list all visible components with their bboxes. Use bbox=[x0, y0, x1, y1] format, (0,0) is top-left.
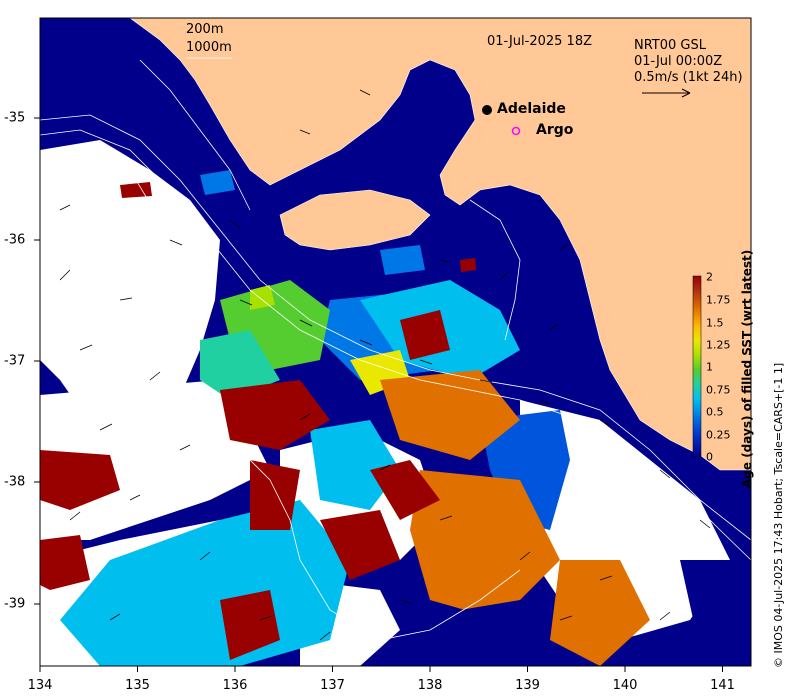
y-tick: -35 bbox=[4, 110, 26, 126]
contour-label-1000m: 1000m bbox=[186, 40, 232, 55]
x-tick: 136 bbox=[222, 678, 248, 693]
contour-label-200m: 200m bbox=[186, 22, 224, 37]
colorbar-tick: 0.25 bbox=[706, 428, 731, 442]
colorbar-tick: 1 bbox=[706, 360, 713, 374]
x-tick: 141 bbox=[710, 678, 735, 693]
colorbar-tick: 1.5 bbox=[706, 316, 724, 330]
x-tick: 137 bbox=[320, 678, 345, 693]
date-label: 01-Jul-2025 18Z bbox=[487, 34, 592, 49]
velocity-scale-label: 0.5m/s (1kt 24h) bbox=[634, 70, 743, 85]
credit-label: © IMOS 04-Jul-2025 17:43 Hobart; Tscale=… bbox=[772, 362, 785, 668]
colorbar bbox=[692, 275, 702, 458]
colorbar-tick: 1.75 bbox=[706, 293, 731, 307]
x-tick: 139 bbox=[515, 678, 540, 693]
colorbar-tick: 0 bbox=[706, 450, 713, 464]
x-tick: 138 bbox=[417, 678, 443, 693]
y-tick: -36 bbox=[4, 232, 26, 248]
colorbar-tick: 1.25 bbox=[706, 338, 731, 352]
sst-age-map bbox=[34, 17, 752, 672]
adelaide-marker bbox=[482, 105, 492, 115]
y-tick: -37 bbox=[4, 353, 26, 369]
x-tick: 134 bbox=[27, 678, 53, 693]
y-tick: -38 bbox=[4, 474, 26, 490]
colorbar-tick: 0.5 bbox=[706, 405, 724, 419]
argo-label: Argo bbox=[536, 122, 574, 138]
x-tick: 140 bbox=[612, 678, 638, 693]
colorbar-label: Age (days) of filled SST (wrt latest) bbox=[740, 249, 754, 488]
x-tick: 135 bbox=[125, 678, 150, 693]
adelaide-label: Adelaide bbox=[497, 101, 566, 117]
product-time: 01-Jul 00:00Z bbox=[634, 54, 723, 69]
y-tick: -39 bbox=[4, 596, 26, 612]
colorbar-tick: 0.75 bbox=[706, 383, 731, 397]
colorbar-tick: 2 bbox=[706, 270, 713, 284]
product-label: NRT00 GSL bbox=[634, 38, 706, 53]
